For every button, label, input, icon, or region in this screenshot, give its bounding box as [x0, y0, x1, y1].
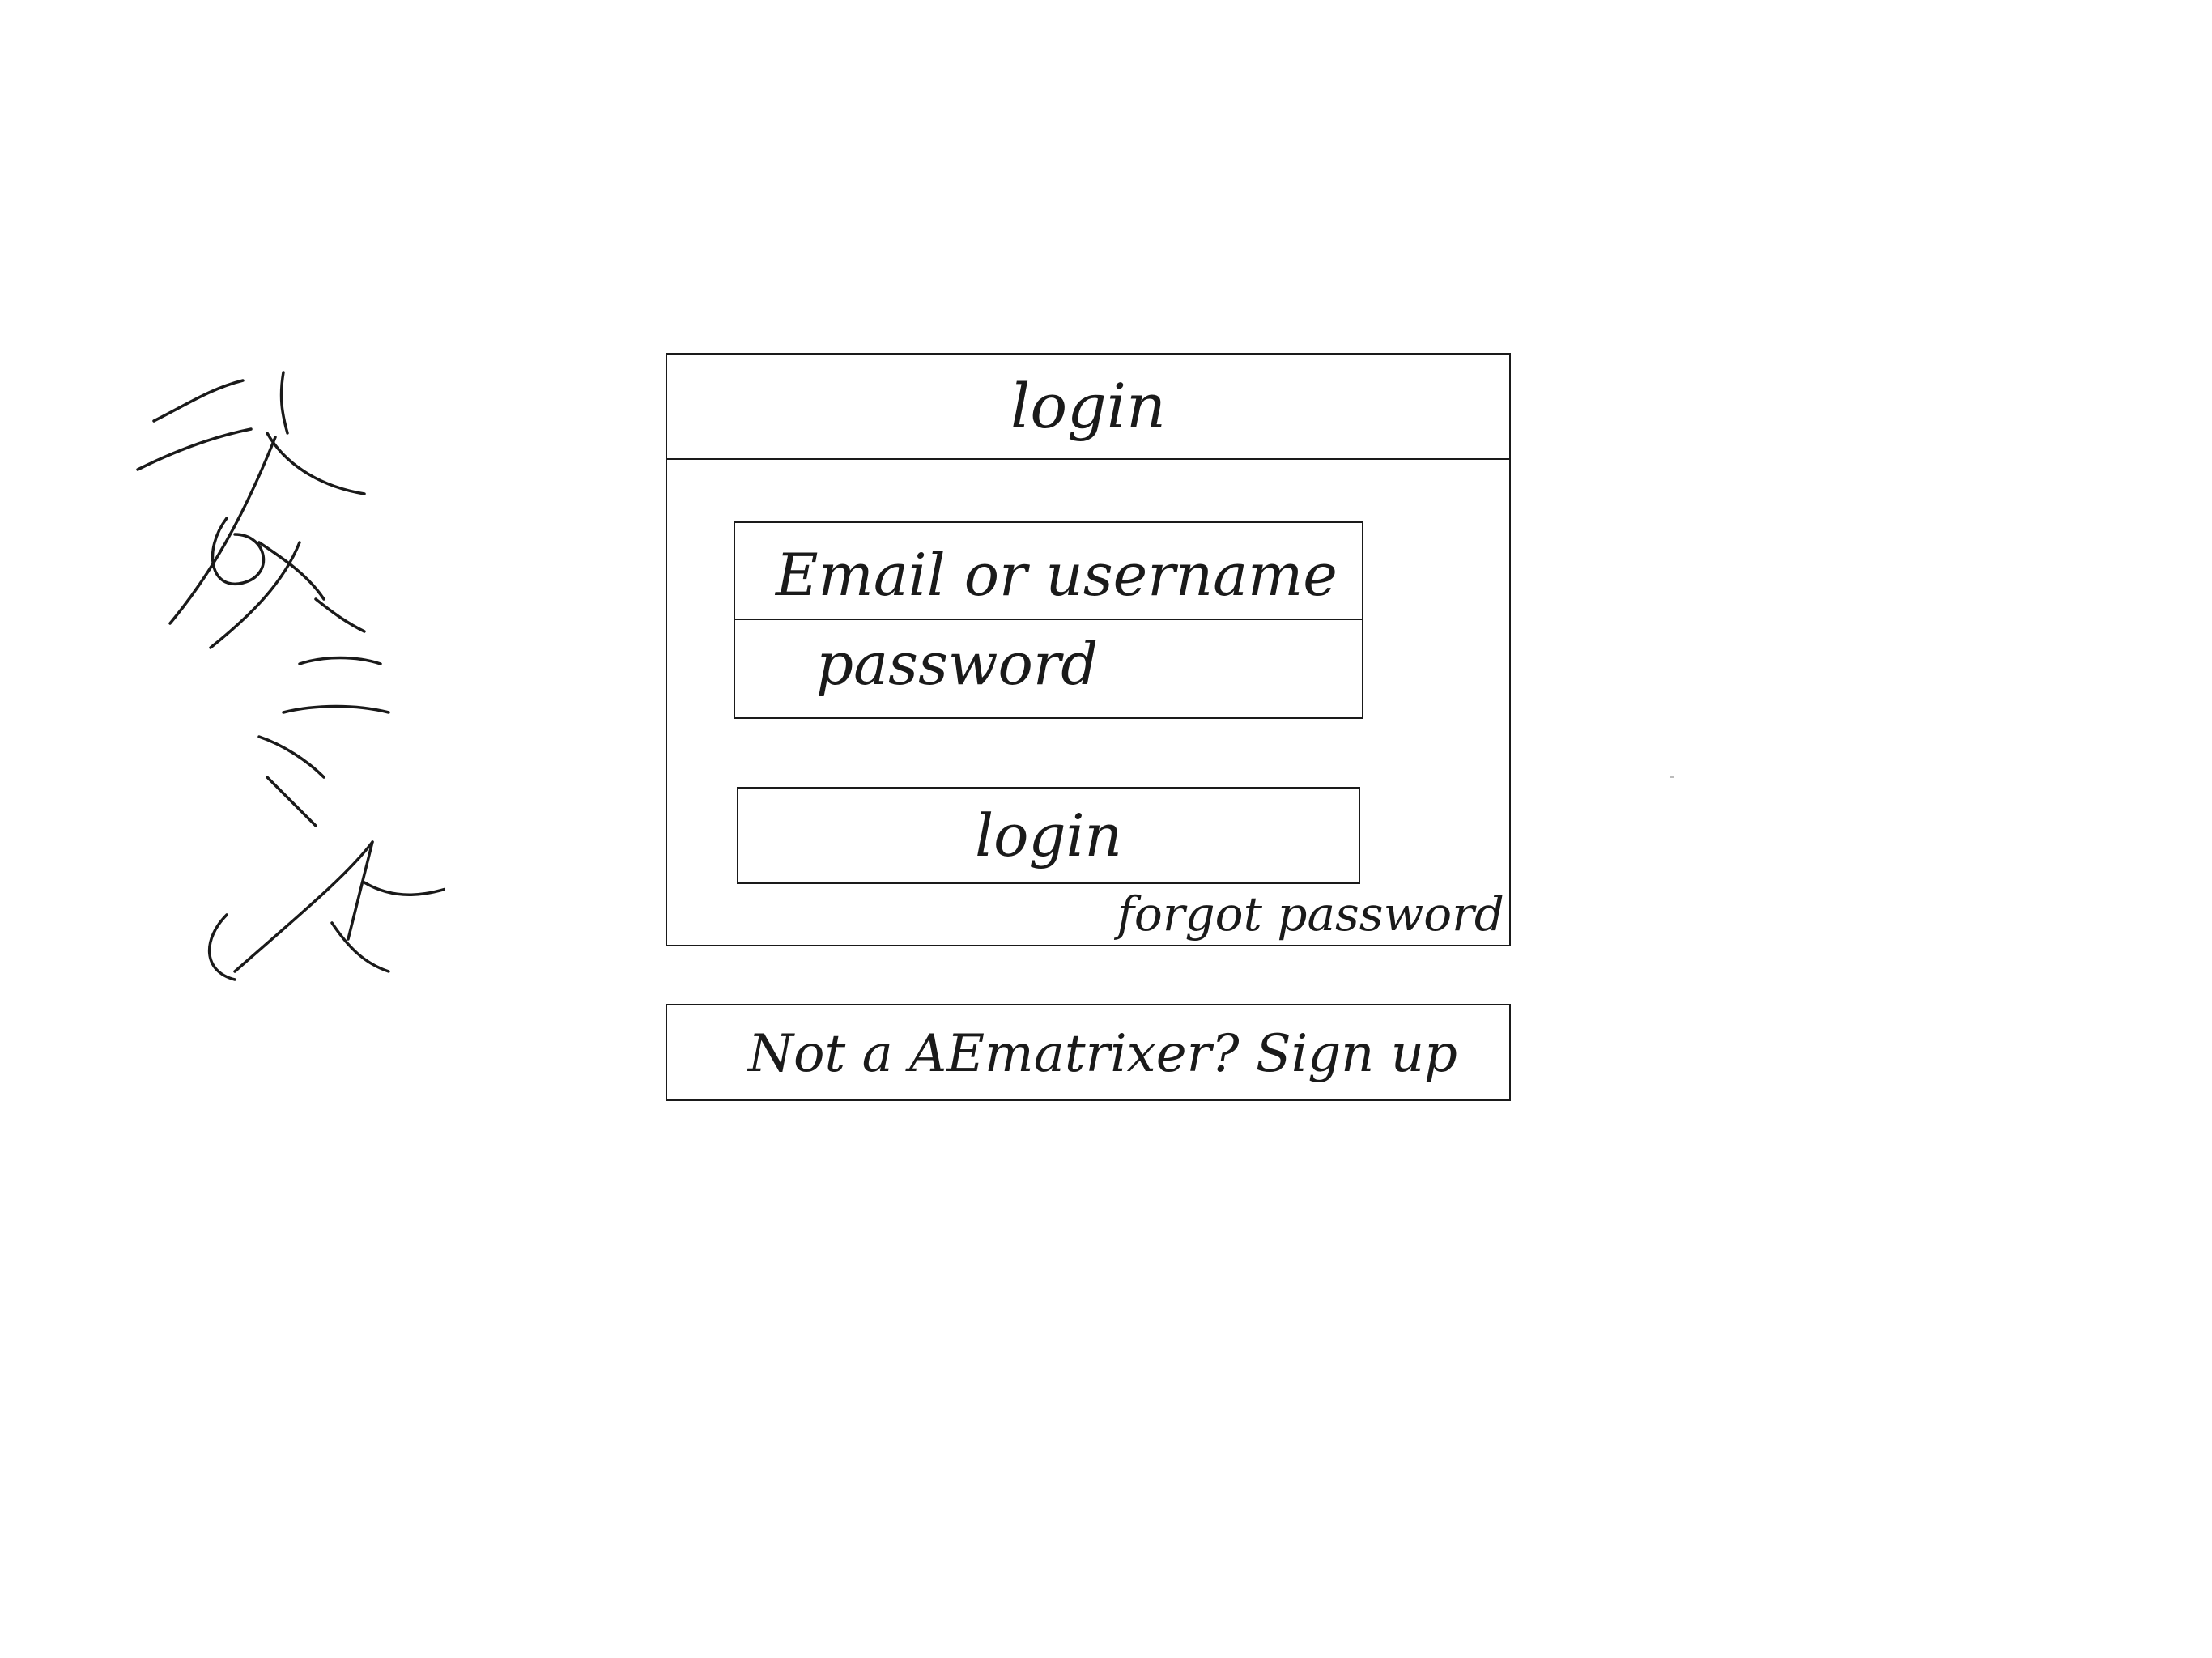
email-field[interactable]: Email or username — [735, 523, 1362, 620]
password-field[interactable]: password — [735, 620, 1362, 717]
signup-link[interactable]: Not a AEmatrixer? Sign up — [748, 1028, 1457, 1080]
card-title: login — [1010, 370, 1166, 442]
login-card: login Email or username password login f… — [666, 353, 1511, 946]
email-field-placeholder: Email or username — [776, 541, 1338, 609]
login-button[interactable]: login — [737, 787, 1360, 884]
card-header: login — [667, 355, 1509, 460]
stray-mark — [1670, 776, 1674, 778]
password-field-placeholder: password — [816, 630, 1099, 698]
handwritten-side-title — [136, 371, 445, 981]
forgot-password-link[interactable]: forgot password — [1117, 891, 1504, 937]
login-button-label: login — [975, 801, 1122, 869]
signup-box: Not a AEmatrixer? Sign up — [666, 1004, 1511, 1101]
credentials-box: Email or username password — [734, 521, 1363, 719]
